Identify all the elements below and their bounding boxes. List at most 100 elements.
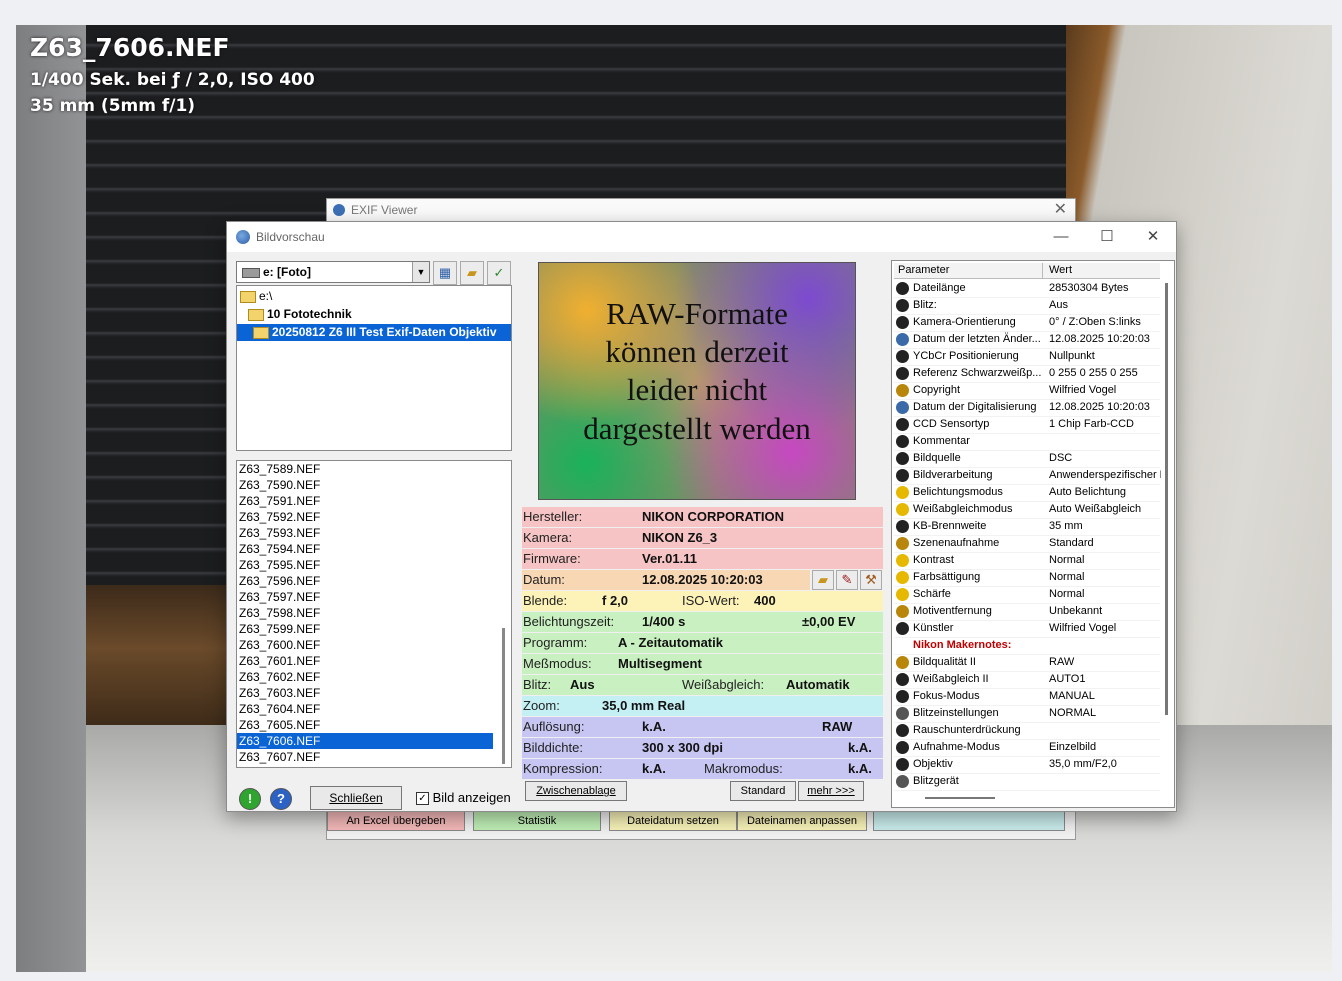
parameter-name: Blitz: xyxy=(913,299,937,311)
table-header: Parameter Wert xyxy=(894,263,1160,279)
tool-date-icon[interactable]: ⚒ xyxy=(860,570,882,590)
parameter-row[interactable]: KB-Brennweite 35 mm xyxy=(894,518,1160,536)
table-horizontal-scrollbar[interactable] xyxy=(925,797,995,799)
parameter-row[interactable]: Farbsättigung Normal xyxy=(894,569,1160,587)
parameter-row[interactable]: Copyright Wilfried Vogel xyxy=(894,382,1160,400)
standard-button[interactable]: Standard xyxy=(730,781,796,801)
close-icon[interactable]: ✕ xyxy=(1130,222,1176,252)
close-button[interactable]: Schließen xyxy=(310,786,402,810)
parameter-row[interactable]: Objektiv 35,0 mm/F2,0 xyxy=(894,756,1160,774)
parameter-row[interactable]: Datum der Digitalisierung 12.08.2025 10:2… xyxy=(894,399,1160,417)
file-list-item[interactable]: Z63_7601.NEF xyxy=(237,653,493,669)
parameter-row[interactable]: Belichtungsmodus Auto Belichtung xyxy=(894,484,1160,502)
makernotes-section-header[interactable]: Nikon Makernotes: xyxy=(894,637,1160,655)
maximize-icon[interactable]: ☐ xyxy=(1084,222,1130,252)
parameter-row[interactable]: YCbCr Positionierung Nullpunkt xyxy=(894,348,1160,366)
parameter-row[interactable]: Kontrast Normal xyxy=(894,552,1160,570)
file-list-item[interactable]: Z63_7589.NEF xyxy=(237,461,493,477)
parameter-row[interactable]: Blitzeinstellungen NORMAL xyxy=(894,705,1160,723)
open-folder-icon[interactable]: ▰ xyxy=(460,261,484,285)
file-list-item[interactable]: Z63_7594.NEF xyxy=(237,541,493,557)
folder-tree[interactable]: e:\ 10 Fototechnik 20250812 Z6 III Test … xyxy=(236,285,512,451)
parameter-value: Wilfried Vogel xyxy=(1049,384,1117,396)
edit-date-icon[interactable]: ✎ xyxy=(836,570,858,590)
parameter-row[interactable]: Aufnahme-Modus Einzelbild xyxy=(894,739,1160,757)
exif-parameter-table[interactable]: Parameter Wert Dateilänge 28530304 Bytes B… xyxy=(891,260,1175,808)
parameter-name: Kommentar xyxy=(913,435,970,447)
parameter-row[interactable]: Schärfe Normal xyxy=(894,586,1160,604)
checkbox-check-icon[interactable]: ✓ xyxy=(416,792,429,806)
folder-open-icon xyxy=(253,326,269,339)
parameter-name: Rauschunterdrückung xyxy=(913,724,1021,736)
parameter-name: Kamera-Orientierung xyxy=(913,316,1016,328)
firmware-label: Firmware: xyxy=(523,551,581,566)
drive-select[interactable]: e: [Foto] ▼ xyxy=(236,261,430,283)
tree-item-selected-folder[interactable]: 20250812 Z6 III Test Exif-Daten Objektiv xyxy=(237,324,511,341)
parameter-row[interactable]: CCD Sensortyp 1 Chip Farb-CCD xyxy=(894,416,1160,434)
file-list[interactable]: Z63_7589.NEF Z63_7590.NEF Z63_7591.NEF Z63_… xyxy=(236,460,512,768)
folder-date-icon[interactable]: ▰ xyxy=(812,570,834,590)
file-list-item[interactable]: Z63_7604.NEF xyxy=(237,701,493,717)
set-file-date-button[interactable]: Dateidatum setzen xyxy=(609,811,737,831)
file-list-item[interactable]: Z63_7591.NEF xyxy=(237,493,493,509)
file-list-item[interactable]: Z63_7596.NEF xyxy=(237,573,493,589)
excel-export-button[interactable]: An Excel übergeben xyxy=(327,811,465,831)
parameter-row[interactable]: Dateilänge 28530304 Bytes xyxy=(894,280,1160,298)
file-list-item[interactable]: Z63_7597.NEF xyxy=(237,589,493,605)
parameter-row[interactable]: Weißabgleichmodus Auto Weißabgleich xyxy=(894,501,1160,519)
header-value[interactable]: Wert xyxy=(1049,263,1072,278)
parameter-type-icon xyxy=(896,520,909,533)
parameter-row[interactable]: Weißabgleich II AUTO1 xyxy=(894,671,1160,689)
statistik-button[interactable]: Statistik xyxy=(473,811,601,831)
chevron-down-icon[interactable]: ▼ xyxy=(412,262,429,282)
file-list-item[interactable]: Z63_7607.NEF xyxy=(237,749,493,765)
parameter-row[interactable]: Künstler Wilfried Vogel xyxy=(894,620,1160,638)
header-parameter[interactable]: Parameter xyxy=(898,263,949,278)
file-list-item[interactable]: Z63_7605.NEF xyxy=(237,717,493,733)
table-vertical-scrollbar[interactable] xyxy=(1165,283,1168,715)
parameter-value: 28530304 Bytes xyxy=(1049,282,1129,294)
parameter-name: Farbsättigung xyxy=(913,571,981,583)
file-list-item[interactable]: Z63_7598.NEF xyxy=(237,605,493,621)
parameter-row[interactable]: Bildquelle DSC xyxy=(894,450,1160,468)
tree-item-drive[interactable]: e:\ xyxy=(240,288,272,305)
parameter-row[interactable]: Kamera-Orientierung 0° / Z:Oben S:links xyxy=(894,314,1160,332)
file-list-item[interactable]: Z63_7603.NEF xyxy=(237,685,493,701)
parameter-row[interactable]: Szenenaufnahme Standard xyxy=(894,535,1160,553)
parameter-row[interactable]: Kommentar xyxy=(894,433,1160,451)
folder-check-icon[interactable]: ✓ xyxy=(487,261,511,285)
show-image-checkbox[interactable]: ✓ Bild anzeigen xyxy=(416,790,511,806)
parameter-row[interactable]: Fokus-Modus MANUAL xyxy=(894,688,1160,706)
clipboard-button[interactable]: Zwischenablage xyxy=(525,781,627,801)
parameter-row[interactable]: Motiventfernung Unbekannt xyxy=(894,603,1160,621)
file-list-item[interactable]: Z63_7595.NEF xyxy=(237,557,493,573)
parameter-value: 12.08.2025 10:20:03 xyxy=(1049,401,1150,413)
network-icon[interactable]: ▦ xyxy=(433,261,457,285)
file-list-item[interactable]: Z63_7600.NEF xyxy=(237,637,493,653)
minimize-icon[interactable]: — xyxy=(1038,222,1084,252)
parameter-row[interactable]: Blitz: Aus xyxy=(894,297,1160,315)
file-list-item[interactable]: Z63_7606.NEF xyxy=(237,733,493,749)
parameter-value: Aus xyxy=(1049,299,1068,311)
tree-item-fototechnik[interactable]: 10 Fototechnik xyxy=(248,306,352,323)
file-list-scrollbar[interactable] xyxy=(502,628,505,764)
close-icon[interactable]: ✕ xyxy=(1054,199,1067,221)
file-list-item[interactable]: Z63_7599.NEF xyxy=(237,621,493,637)
parameter-name: KB-Brennweite xyxy=(913,520,987,532)
info-icon[interactable]: ! xyxy=(239,788,261,810)
rename-files-button[interactable]: Dateinamen anpassen xyxy=(737,811,867,831)
file-list-item[interactable]: Z63_7593.NEF xyxy=(237,525,493,541)
more-button[interactable]: mehr >>> xyxy=(798,781,864,801)
programm-value: A - Zeitautomatik xyxy=(618,635,723,650)
file-list-item[interactable]: Z63_7602.NEF xyxy=(237,669,493,685)
parameter-row[interactable]: Rauschunterdrückung xyxy=(894,722,1160,740)
parameter-row[interactable]: Bildverarbeitung Anwenderspezifischer P xyxy=(894,467,1161,485)
file-list-item[interactable]: Z63_7592.NEF xyxy=(237,509,493,525)
file-list-item[interactable]: Z63_7590.NEF xyxy=(237,477,493,493)
parameter-row[interactable]: Bildqualität II RAW xyxy=(894,654,1160,672)
parameter-row[interactable]: Referenz Schwarzweißp... 0 255 0 255 0 25… xyxy=(894,365,1160,383)
parameter-row[interactable]: Blitzgerät xyxy=(894,773,1160,791)
belichtung-value: 1/400 s xyxy=(642,614,686,629)
help-icon[interactable]: ? xyxy=(270,788,292,810)
parameter-row[interactable]: Datum der letzten Änder... 12.08.2025 10:… xyxy=(894,331,1160,349)
